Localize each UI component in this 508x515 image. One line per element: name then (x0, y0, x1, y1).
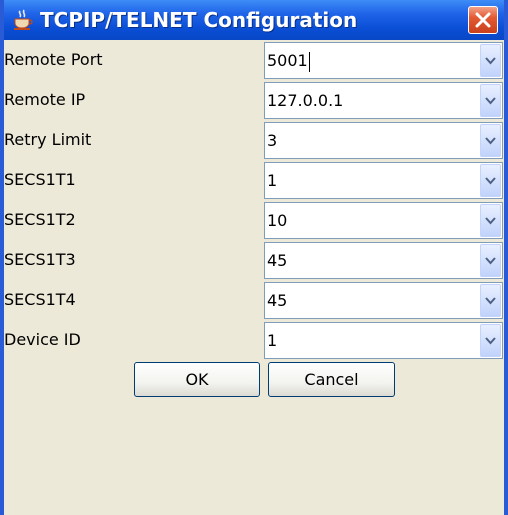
title-bar[interactable]: TCPIP/TELNET Configuration (4, 0, 504, 41)
combo-value[interactable]: 45 (267, 283, 287, 318)
field-label: SECS1T4 (4, 290, 76, 309)
field-label: Device ID (4, 330, 81, 349)
chevron-down-icon (485, 177, 496, 185)
remote-ip-combo[interactable]: 127.0.0.1 (264, 82, 503, 119)
cancel-button[interactable]: Cancel (268, 362, 395, 397)
retry-limit-combo[interactable]: 3 (264, 122, 503, 159)
window-title: TCPIP/TELNET Configuration (40, 8, 358, 32)
field-label: SECS1T1 (4, 170, 76, 189)
chevron-down-icon (485, 337, 496, 345)
chevron-down-icon (485, 297, 496, 305)
combo-value[interactable]: 45 (267, 243, 287, 278)
field-label: SECS1T3 (4, 250, 76, 269)
chevron-down-icon (485, 257, 496, 265)
field-row-secs1t3: SECS1T3 45 (4, 240, 504, 280)
combo-value[interactable]: 127.0.0.1 (267, 83, 343, 118)
close-button[interactable] (468, 6, 498, 34)
button-bar: OK Cancel (4, 360, 504, 400)
field-row-retry-limit: Retry Limit 3 (4, 120, 504, 160)
dropdown-button[interactable] (480, 244, 501, 277)
device-id-combo[interactable]: 1 (264, 322, 503, 359)
secs1t2-combo[interactable]: 10 (264, 202, 503, 239)
dropdown-button[interactable] (480, 44, 501, 77)
dialog-body: Remote Port 5001 Remote IP 127.0.0.1 Ret… (4, 40, 504, 515)
java-cup-icon (14, 9, 33, 30)
combo-value[interactable]: 1 (267, 323, 277, 358)
field-row-remote-port: Remote Port 5001 (4, 40, 504, 80)
ok-button[interactable]: OK (134, 362, 260, 397)
chevron-down-icon (485, 97, 496, 105)
dropdown-button[interactable] (480, 164, 501, 197)
combo-value[interactable]: 1 (267, 163, 277, 198)
field-row-secs1t1: SECS1T1 1 (4, 160, 504, 200)
chevron-down-icon (485, 137, 496, 145)
remote-port-combo[interactable]: 5001 (264, 42, 503, 79)
secs1t1-combo[interactable]: 1 (264, 162, 503, 199)
close-icon (475, 12, 491, 28)
text-caret (308, 51, 310, 72)
field-label: Retry Limit (4, 130, 92, 149)
combo-value[interactable]: 5001 (267, 43, 310, 78)
field-row-device-id: Device ID 1 (4, 320, 504, 360)
dropdown-button[interactable] (480, 204, 501, 237)
field-label: SECS1T2 (4, 210, 76, 229)
dropdown-button[interactable] (480, 324, 501, 357)
secs1t3-combo[interactable]: 45 (264, 242, 503, 279)
dropdown-button[interactable] (480, 284, 501, 317)
secs1t4-combo[interactable]: 45 (264, 282, 503, 319)
combo-value[interactable]: 3 (267, 123, 277, 158)
config-dialog: TCPIP/TELNET Configuration Remote Port 5… (0, 0, 508, 515)
field-row-remote-ip: Remote IP 127.0.0.1 (4, 80, 504, 120)
field-row-secs1t4: SECS1T4 45 (4, 280, 504, 320)
field-row-secs1t2: SECS1T2 10 (4, 200, 504, 240)
field-label: Remote Port (4, 50, 103, 69)
chevron-down-icon (485, 57, 496, 65)
combo-value[interactable]: 10 (267, 203, 287, 238)
chevron-down-icon (485, 217, 496, 225)
field-label: Remote IP (4, 90, 86, 109)
dropdown-button[interactable] (480, 84, 501, 117)
dropdown-button[interactable] (480, 124, 501, 157)
